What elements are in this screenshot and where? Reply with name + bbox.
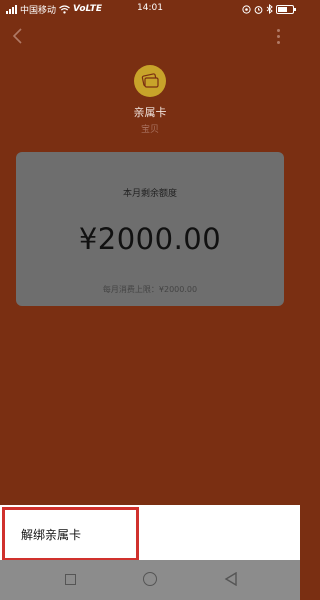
more-vertical-icon xyxy=(276,28,280,32)
family-card-logo xyxy=(134,65,166,97)
status-left: 中国移动 VoLTE xyxy=(6,3,102,16)
battery-icon xyxy=(276,4,296,14)
network-label: VoLTE xyxy=(73,4,103,14)
more-dot xyxy=(276,34,280,38)
status-right xyxy=(242,4,296,14)
chevron-left-icon xyxy=(12,28,22,44)
recent-apps-button[interactable] xyxy=(65,574,76,585)
system-back-button[interactable] xyxy=(224,572,238,586)
family-card-icon xyxy=(141,73,159,88)
alarm-icon xyxy=(254,5,263,14)
status-bar: 中国移动 VoLTE 14:01 xyxy=(0,0,300,18)
page-title: 亲属卡 xyxy=(133,106,167,119)
more-dot xyxy=(276,40,280,44)
remaining-quota-amount: ¥2000.00 xyxy=(78,222,222,256)
battery-fill xyxy=(278,6,287,12)
carrier-label: 中国移动 xyxy=(20,5,57,16)
more-button[interactable] xyxy=(274,26,282,46)
wifi-icon xyxy=(59,4,70,14)
home-button[interactable] xyxy=(143,572,157,586)
signal-icon xyxy=(6,4,17,14)
bottom-action-sheet: 解绑亲属卡 xyxy=(0,505,300,561)
quota-panel: 本月剩余额度 ¥2000.00 每月消费上限：¥2000.00 xyxy=(16,152,284,306)
back-button[interactable] xyxy=(8,26,28,46)
location-icon xyxy=(242,4,251,14)
remaining-quota-label: 本月剩余额度 xyxy=(122,189,177,199)
unbind-card-button[interactable]: 解绑亲属卡 xyxy=(2,507,139,561)
bluetooth-icon xyxy=(266,4,273,14)
recipient-name: 宝贝 xyxy=(140,125,159,135)
monthly-limit-text: 每月消费上限：¥2000.00 xyxy=(102,285,198,294)
system-navigation-bar xyxy=(0,560,300,600)
